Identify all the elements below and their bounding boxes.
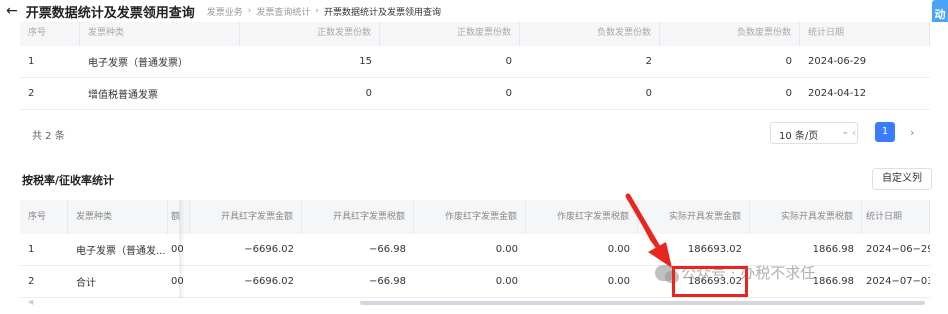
cell-void-red-amount: 0.00 <box>495 244 518 255</box>
cell-stat-date: 2024−07−03 <box>866 276 930 287</box>
cell-void-red-tax: 0.00 <box>607 244 630 255</box>
col-header-index: 序号 <box>20 22 80 46</box>
cell-stat-date: 2024-06-29 <box>808 56 867 67</box>
col-header-void-red-amount: 作废红字发票金额 <box>414 200 526 234</box>
table-header: 序号 发票种类 额 开具红字发票金额 开具红字发票税额 作废红字发票金额 作废红… <box>20 200 930 234</box>
cell-positive-count: 0 <box>365 88 372 99</box>
cell-invoice-type: 合计 <box>76 278 96 289</box>
cell-red-tax: −66.98 <box>368 276 406 287</box>
page-title: 开票数据统计及发票领用查询 <box>25 5 195 21</box>
col-header-void-red-tax: 作废红字发票税额 <box>526 200 638 234</box>
cell-actual-tax: 1866.98 <box>812 244 854 255</box>
pagination: 共 2 条 10 条/页 ⌄ ‹ 1 › <box>20 118 930 148</box>
col-header-index: 序号 <box>20 200 68 234</box>
breadcrumb-item-invoice-query[interactable]: 发票查询统计 <box>256 5 310 18</box>
chevron-down-icon: ⌄ <box>841 127 849 137</box>
col-header-red-amount: 开具红字发票金额 <box>190 200 302 234</box>
cell-negative-void-count: 0 <box>785 56 792 67</box>
cell-red-amount: −6696.02 <box>244 244 294 255</box>
scrollbar-thumb[interactable] <box>360 301 925 305</box>
back-arrow-icon[interactable]: ← <box>6 4 18 18</box>
cell-red-tax: −66.98 <box>368 244 406 255</box>
cell-void-red-tax: 0.00 <box>607 276 630 287</box>
col-header-invoice-type: 发票种类 <box>80 22 240 46</box>
cell-negative-count: 2 <box>645 56 652 67</box>
breadcrumb-item-invoice-business[interactable]: 发票业务 <box>207 5 243 18</box>
col-header-negative-count: 负数发票份数 <box>520 22 660 46</box>
col-header-actual-amount: 实际开具发票金额 <box>638 200 750 234</box>
scroll-left-icon[interactable]: ◀ <box>28 298 33 306</box>
cell-positive-void-count: 0 <box>505 88 512 99</box>
col-header-stat-date: 统计日期 <box>800 22 930 46</box>
breadcrumb-separator-icon: › <box>247 6 252 16</box>
breadcrumb-separator-icon: › <box>315 6 319 16</box>
cell-stat-date: 2024-04-12 <box>808 88 867 99</box>
page-size-select[interactable]: 10 条/页 ⌄ <box>770 122 858 144</box>
col-header-actual-tax: 实际开具发票税额 <box>750 200 862 234</box>
section-title-tax-rate: 按税率/征收率统计 <box>22 174 115 187</box>
fixed-column-shadow <box>179 200 185 298</box>
col-header-positive-void-count: 正数废票份数 <box>380 22 520 46</box>
cell-index: 1 <box>28 244 35 255</box>
cell-void-red-amount: 0.00 <box>495 276 518 287</box>
cell-invoice-type: 电子发票（普通发... <box>76 246 166 257</box>
table-row: 1 电子发票（普通发票） 15 0 2 0 2024-06-29 <box>20 46 930 78</box>
tax-rate-table: 序号 发票种类 额 开具红字发票金额 开具红字发票税额 作废红字发票金额 作废红… <box>20 200 930 298</box>
next-page-button[interactable]: › <box>910 126 914 139</box>
page-size-value: 10 条/页 <box>779 131 819 142</box>
col-header-stat-date: 统计日期 <box>862 200 930 234</box>
top-bar: ← 开票数据统计及发票领用查询 发票业务 › 发票查询统计 › 开票数据统计及发… <box>0 0 948 22</box>
cell-actual-amount: 186693.02 <box>687 244 742 255</box>
custom-columns-button[interactable]: 自定义列 <box>872 168 932 190</box>
cell-stat-date: 2024−06−29 <box>866 244 930 255</box>
cell-positive-void-count: 0 <box>505 56 512 67</box>
col-header-red-tax: 开具红字发票税额 <box>302 200 414 234</box>
total-count: 共 2 条 <box>32 131 65 142</box>
cell-negative-count: 0 <box>645 88 652 99</box>
breadcrumb-item-current: 开票数据统计及发票领用查询 <box>324 7 442 18</box>
col-header-negative-void-count: 负数废票份数 <box>660 22 800 46</box>
col-header-invoice-type: 发票种类 <box>68 200 168 234</box>
horizontal-scrollbar[interactable]: ◀ <box>20 298 930 308</box>
cell-negative-void-count: 0 <box>785 88 792 99</box>
cell-index: 1 <box>28 56 35 67</box>
prev-page-button[interactable]: ‹ <box>852 126 856 139</box>
table-header: 序号 发票种类 正数发票份数 正数废票份数 负数发票份数 负数废票份数 统计日期 <box>20 22 930 46</box>
floating-action-button[interactable]: 动 <box>932 0 948 22</box>
cell-red-amount: −6696.02 <box>244 276 294 287</box>
cell-invoice-type: 增值税普通发票 <box>88 90 158 101</box>
cell-positive-count: 15 <box>359 56 372 67</box>
invoice-count-table: 序号 发票种类 正数发票份数 正数废票份数 负数发票份数 负数废票份数 统计日期… <box>20 22 930 110</box>
page-1-button[interactable]: 1 <box>875 122 895 142</box>
col-header-positive-count: 正数发票份数 <box>240 22 380 46</box>
annotation-highlight-box <box>672 266 748 297</box>
cell-invoice-type: 电子发票（普通发票） <box>88 58 188 69</box>
cell-index: 2 <box>28 88 35 99</box>
cell-index: 2 <box>28 276 35 287</box>
table-row: 2 增值税普通发票 0 0 0 0 2024-04-12 <box>20 78 930 110</box>
